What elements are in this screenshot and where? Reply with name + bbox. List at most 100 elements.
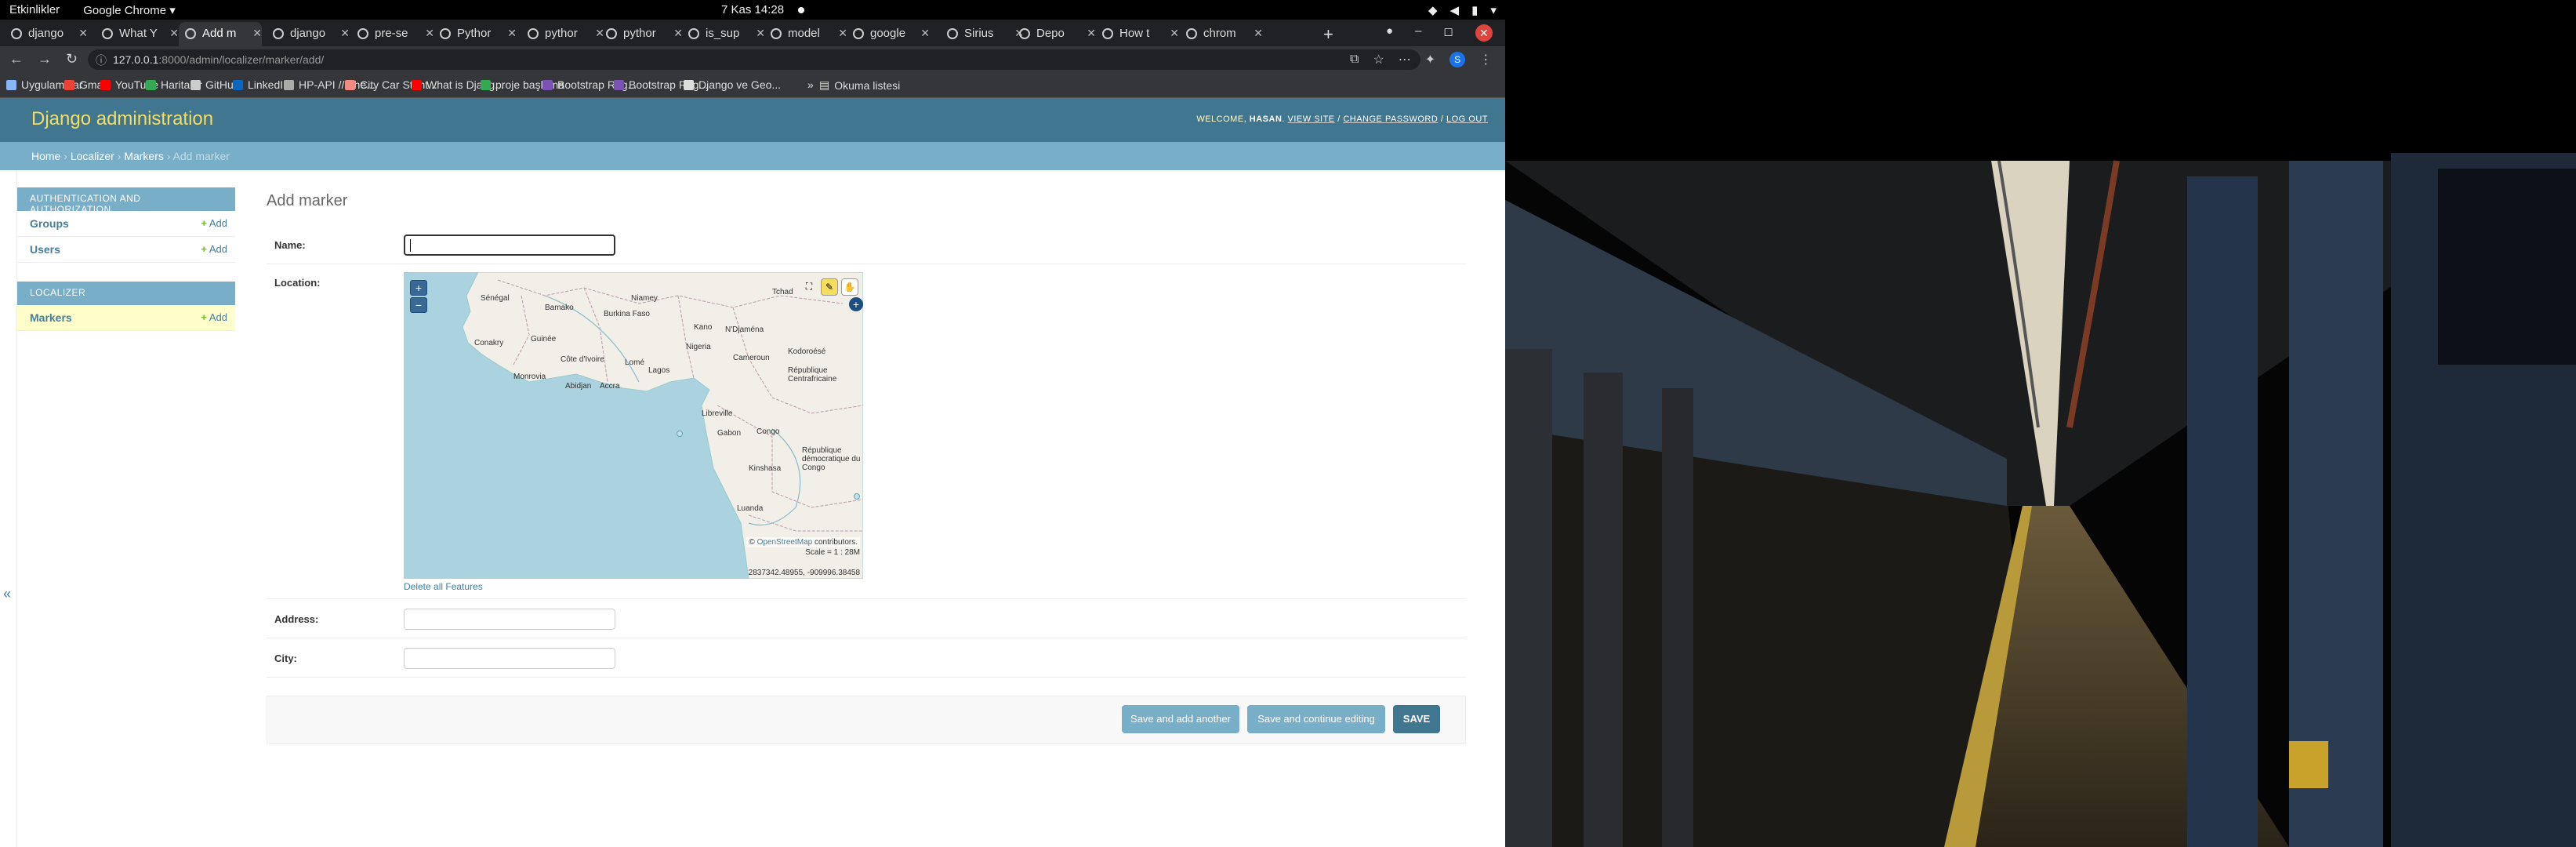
reading-list-button[interactable]: ▤ Okuma listesi bbox=[819, 78, 900, 92]
sidebar-item-markers: Markers + Add bbox=[17, 305, 235, 331]
close-tab-icon[interactable]: ✕ bbox=[920, 27, 930, 40]
browser-tab[interactable]: chrom ✕ bbox=[1180, 22, 1263, 46]
app-menu[interactable]: Google Chrome ▾ bbox=[83, 3, 176, 17]
zoom-in-button[interactable]: + bbox=[410, 280, 427, 296]
browser-tab[interactable]: pythor ✕ bbox=[521, 22, 604, 46]
toggle-sidebar[interactable]: « bbox=[0, 170, 17, 847]
module-localizer: Localizer Markers + Add bbox=[17, 282, 235, 331]
fullscreen-icon[interactable]: ⛶ bbox=[800, 278, 818, 296]
tab-favicon-icon bbox=[11, 28, 22, 39]
module-caption[interactable]: Localizer bbox=[17, 282, 235, 305]
extensions-puzzle-icon[interactable]: ✦ bbox=[1425, 52, 1435, 67]
map-place-label: Bamako bbox=[545, 304, 574, 312]
name-field[interactable] bbox=[404, 234, 615, 256]
extension-icon[interactable]: ⋯ bbox=[1399, 52, 1411, 67]
reload-button[interactable]: ↻ bbox=[66, 51, 78, 67]
breadcrumb-home[interactable]: Home bbox=[31, 150, 60, 162]
map-place-label: Monrovia bbox=[513, 373, 546, 381]
pan-hand-tool-icon[interactable]: ✋ bbox=[841, 278, 858, 296]
tab-title: How t bbox=[1119, 27, 1150, 40]
site-info-icon[interactable]: ⓘ bbox=[96, 53, 107, 68]
browser-tab[interactable]: google ✕ bbox=[847, 22, 930, 46]
browser-tab[interactable]: django ✕ bbox=[5, 22, 88, 46]
close-tab-icon[interactable]: ✕ bbox=[78, 27, 88, 40]
close-tab-icon[interactable]: ✕ bbox=[1170, 27, 1179, 40]
module-caption[interactable]: Authentication and Authorization bbox=[17, 187, 235, 215]
text-caret bbox=[410, 239, 411, 252]
delete-all-features-link[interactable]: Delete all Features bbox=[404, 581, 483, 592]
browser-tab[interactable]: is_sup ✕ bbox=[682, 22, 765, 46]
close-window-button[interactable]: ✕ bbox=[1475, 24, 1493, 42]
zoom-out-button[interactable]: − bbox=[410, 297, 427, 313]
bookmark-item[interactable]: Django ve Geo... bbox=[684, 78, 781, 91]
breadcrumb-app[interactable]: Localizer bbox=[71, 150, 114, 162]
location-map-widget[interactable]: Sénégal Bamako Niamey Burkina Faso Tchad Guin… bbox=[404, 272, 863, 579]
map-place-label: Luanda bbox=[737, 504, 764, 513]
browser-tab[interactable]: Sirius ✕ bbox=[941, 22, 1024, 46]
add-groups-link[interactable]: + Add bbox=[201, 217, 227, 229]
browser-tab[interactable]: Depo ✕ bbox=[1013, 22, 1096, 46]
browser-tab[interactable]: Add m ✕ bbox=[179, 22, 262, 46]
bookmark-favicon-icon bbox=[345, 79, 355, 90]
activities-button[interactable]: Etkinlikler bbox=[9, 3, 60, 17]
tab-favicon-icon bbox=[357, 28, 368, 39]
osm-link[interactable]: OpenStreetMap bbox=[757, 538, 813, 547]
browser-tab[interactable]: Pythor ✕ bbox=[434, 22, 517, 46]
change-password-link[interactable]: CHANGE PASSWORD bbox=[1343, 115, 1438, 124]
django-admin-page: Django administration WELCOME, HASAN. VI… bbox=[0, 98, 1505, 847]
site-branding[interactable]: Django administration bbox=[31, 108, 213, 130]
admin-header: Django administration WELCOME, HASAN. VI… bbox=[0, 98, 1505, 142]
bookmark-item[interactable]: LinkedIn bbox=[233, 78, 289, 91]
address-field[interactable] bbox=[404, 609, 615, 630]
profile-avatar[interactable]: S bbox=[1449, 52, 1466, 67]
minimize-button[interactable]: – bbox=[1415, 24, 1421, 42]
map-place-label: N'Djaména bbox=[725, 325, 764, 334]
add-markers-link[interactable]: + Add bbox=[201, 311, 227, 323]
subway-photo bbox=[1505, 20, 2576, 847]
browser-tab[interactable]: pythor ✕ bbox=[600, 22, 683, 46]
close-tab-icon[interactable]: ✕ bbox=[340, 27, 350, 40]
maximize-button[interactable]: ◻ bbox=[1443, 24, 1453, 42]
save-button[interactable]: SAVE bbox=[1393, 705, 1440, 733]
draw-point-tool-icon[interactable]: ✎ bbox=[821, 278, 838, 296]
new-tab-button[interactable]: + bbox=[1323, 24, 1333, 45]
tab-title: pythor bbox=[623, 27, 656, 40]
breadcrumb: Home › Localizer › Markers › Add marker bbox=[0, 142, 1505, 170]
save-and-add-another-button[interactable]: Save and add another bbox=[1122, 705, 1239, 733]
collapse-sidebar-icon: « bbox=[3, 586, 12, 602]
model-link-markers[interactable]: Markers bbox=[30, 311, 72, 324]
bookmarks-bar: Uygulamalar Gmail YouTube Haritalar GitHub Li… bbox=[0, 73, 1505, 98]
add-users-link[interactable]: + Add bbox=[201, 243, 227, 255]
more-bookmarks-button[interactable]: » bbox=[807, 78, 814, 91]
bookmark-star-icon[interactable]: ☆ bbox=[1373, 52, 1384, 67]
log-out-link[interactable]: LOG OUT bbox=[1446, 115, 1488, 124]
bookmark-label: LinkedIn bbox=[248, 78, 289, 91]
browser-tab[interactable]: What Y ✕ bbox=[96, 22, 179, 46]
expand-layers-icon[interactable]: + bbox=[849, 297, 863, 311]
chrome-menu-icon[interactable]: ⋮ bbox=[1479, 52, 1492, 67]
back-button[interactable]: ← bbox=[9, 51, 24, 67]
translate-icon[interactable]: ⧉ bbox=[1350, 53, 1359, 67]
model-link-users[interactable]: Users bbox=[30, 243, 60, 256]
tab-search-icon[interactable]: ● bbox=[1386, 24, 1393, 42]
browser-tab[interactable]: model ✕ bbox=[764, 22, 847, 46]
browser-tab[interactable]: pre-se ✕ bbox=[351, 22, 434, 46]
view-site-link[interactable]: VIEW SITE bbox=[1288, 115, 1335, 124]
close-tab-icon[interactable]: ✕ bbox=[507, 27, 517, 40]
close-tab-icon[interactable]: ✕ bbox=[169, 27, 179, 40]
model-link-groups[interactable]: Groups bbox=[30, 217, 69, 230]
browser-tab[interactable]: django ✕ bbox=[267, 22, 350, 46]
bookmark-favicon-icon bbox=[542, 79, 553, 90]
close-tab-icon[interactable]: ✕ bbox=[252, 27, 262, 40]
close-tab-icon[interactable]: ✕ bbox=[1087, 27, 1096, 40]
close-tab-icon[interactable]: ✕ bbox=[1254, 27, 1263, 40]
address-bar[interactable]: ⓘ 127.0.0.1:8000/admin/localizer/marker/… bbox=[88, 49, 1420, 70]
forward-button[interactable]: → bbox=[38, 51, 52, 67]
browser-tab[interactable]: How t ✕ bbox=[1096, 22, 1179, 46]
system-tray[interactable]: ◆ ◀ ▮ ▾ bbox=[1428, 3, 1497, 17]
city-field[interactable] bbox=[404, 648, 615, 669]
clock[interactable]: 7 Kas 14:28 bbox=[721, 3, 805, 16]
breadcrumb-model[interactable]: Markers bbox=[124, 150, 164, 162]
save-and-continue-button[interactable]: Save and continue editing bbox=[1247, 705, 1385, 733]
tab-favicon-icon bbox=[688, 28, 699, 39]
